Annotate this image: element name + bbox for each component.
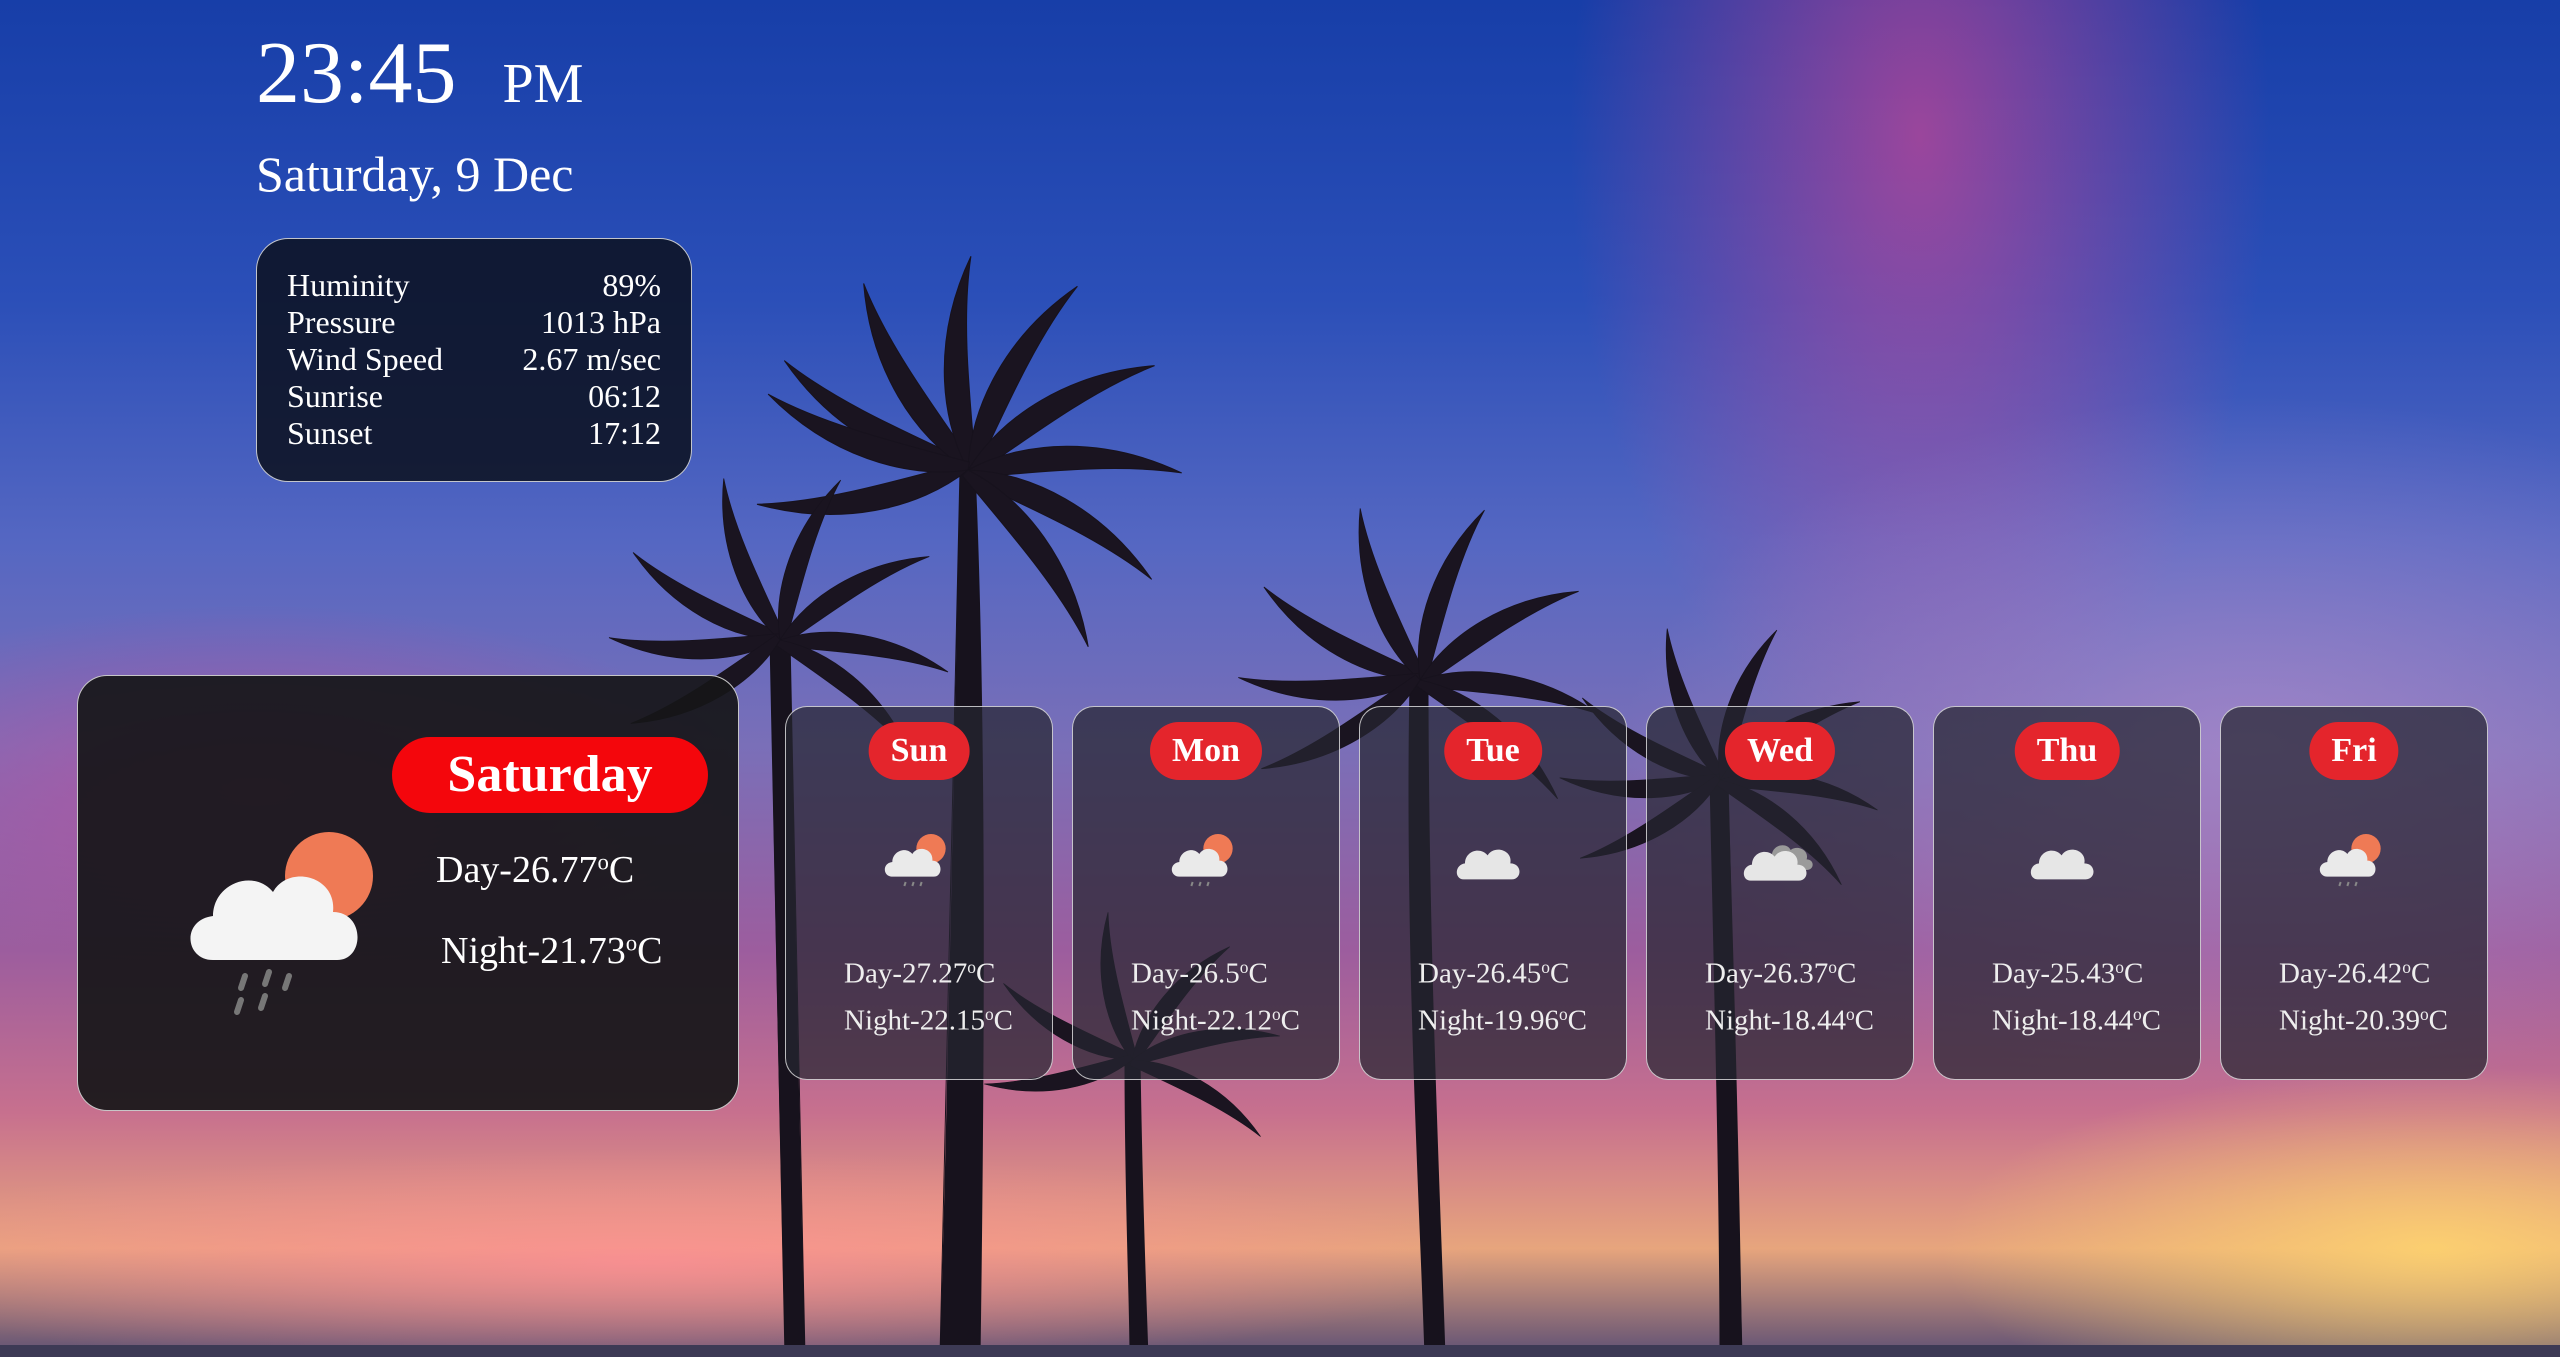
- forecast-day-temp: Day-26.42oC: [2279, 957, 2431, 990]
- forecast-card-tue[interactable]: Tue Day-26.45oC Night-19.96oC: [1359, 706, 1627, 1080]
- forecast-night-temp: Night-22.15oC: [844, 1003, 1014, 1037]
- forecast-day-badge: Tue: [1444, 722, 1542, 780]
- cloud-sun-rain-icon: [2319, 834, 2381, 887]
- forecast-night-temp: Night-22.12oC: [1131, 1003, 1301, 1037]
- today-night-temp: Night-21.73oC: [441, 930, 663, 972]
- forecast-day-badge: Wed: [1724, 722, 1836, 780]
- forecast-day-temp: Day-26.37oC: [1705, 957, 1857, 990]
- cloud-sun-rain-icon: [884, 834, 946, 887]
- forecast-day-temp: Day-26.5oC: [1131, 957, 1268, 990]
- today-forecast-card[interactable]: Saturday Day-26.77oC Night-21.73oC: [77, 675, 739, 1111]
- forecast-night-temp: Night-20.39oC: [2279, 1003, 2449, 1037]
- cloud-sun-rain-icon: [190, 832, 373, 1015]
- forecast-card-mon[interactable]: Mon Day-26.5oC Night-22.12oC: [1072, 706, 1340, 1080]
- forecast-temps: Day-27.27oC Night-22.15oC: [844, 947, 1013, 1040]
- forecast-day-temp: Day-25.43oC: [1992, 957, 2144, 990]
- forecast-card-wed[interactable]: Wed Day-26.37oC Night-18.44oC: [1646, 706, 1914, 1080]
- cloud-sun-rain-icon: [1171, 834, 1233, 887]
- stat-value: 89%: [602, 267, 661, 303]
- forecast-day-badge: Thu: [2014, 722, 2120, 780]
- forecast-card-fri[interactable]: Fri Day-26.42oC Night-20.39oC: [2220, 706, 2488, 1080]
- clock-time: 23:45: [256, 25, 457, 122]
- forecast-day-temp: Day-27.27oC: [844, 957, 996, 990]
- clock: 23:45 PM: [256, 30, 583, 118]
- forecast-night-temp: Night-19.96oC: [1418, 1003, 1588, 1037]
- forecast-day-badge: Sun: [868, 722, 970, 780]
- forecast-night-temp: Night-18.44oC: [1705, 1003, 1875, 1037]
- forecast-temps: Day-26.45oC Night-19.96oC: [1418, 947, 1587, 1040]
- forecast-day-temp: Day-26.45oC: [1418, 957, 1570, 990]
- stat-row-sunset: Sunset 17:12: [287, 415, 661, 452]
- today-day-temp: Day-26.77oC: [436, 849, 635, 891]
- today-day-badge: Saturday: [392, 737, 708, 813]
- stat-value: 17:12: [588, 415, 661, 451]
- stat-row-sunrise: Sunrise 06:12: [287, 378, 661, 415]
- stat-label: Pressure: [287, 304, 396, 340]
- forecast-day-badge: Fri: [2309, 722, 2399, 780]
- clock-ampm: PM: [502, 53, 584, 115]
- forecast-temps: Day-26.5oC Night-22.12oC: [1131, 947, 1300, 1040]
- forecast-temps: Day-26.42oC Night-20.39oC: [2279, 947, 2448, 1040]
- forecast-day-badge: Mon: [1150, 722, 1262, 780]
- stat-label: Sunset: [287, 415, 373, 451]
- forecast-temps: Day-26.37oC Night-18.44oC: [1705, 947, 1874, 1040]
- current-date: Saturday, 9 Dec: [256, 146, 574, 202]
- cloud-icon: [2030, 849, 2094, 880]
- stat-value: 1013 hPa: [541, 304, 661, 340]
- weather-details-panel: Huminity 89% Pressure 1013 hPa Wind Spee…: [256, 238, 692, 482]
- stat-label: Huminity: [287, 267, 410, 303]
- forecast-night-temp: Night-18.44oC: [1992, 1003, 2162, 1037]
- cloud-icon: [1456, 849, 1520, 880]
- stat-row-wind-speed: Wind Speed 2.67 m/sec: [287, 341, 661, 378]
- forecast-temps: Day-25.43oC Night-18.44oC: [1992, 947, 2161, 1040]
- clouds-icon: [1743, 845, 1813, 881]
- stat-row-pressure: Pressure 1013 hPa: [287, 304, 661, 341]
- forecast-card-sun[interactable]: Sun Day-27.27oC Night-22.15oC: [785, 706, 1053, 1080]
- stat-label: Wind Speed: [287, 341, 444, 377]
- stat-value: 06:12: [588, 378, 661, 414]
- forecast-card-thu[interactable]: Thu Day-25.43oC Night-18.44oC: [1933, 706, 2201, 1080]
- stat-label: Sunrise: [287, 378, 383, 414]
- stat-value: 2.67 m/sec: [522, 341, 661, 377]
- stat-row-humidity: Huminity 89%: [287, 267, 661, 304]
